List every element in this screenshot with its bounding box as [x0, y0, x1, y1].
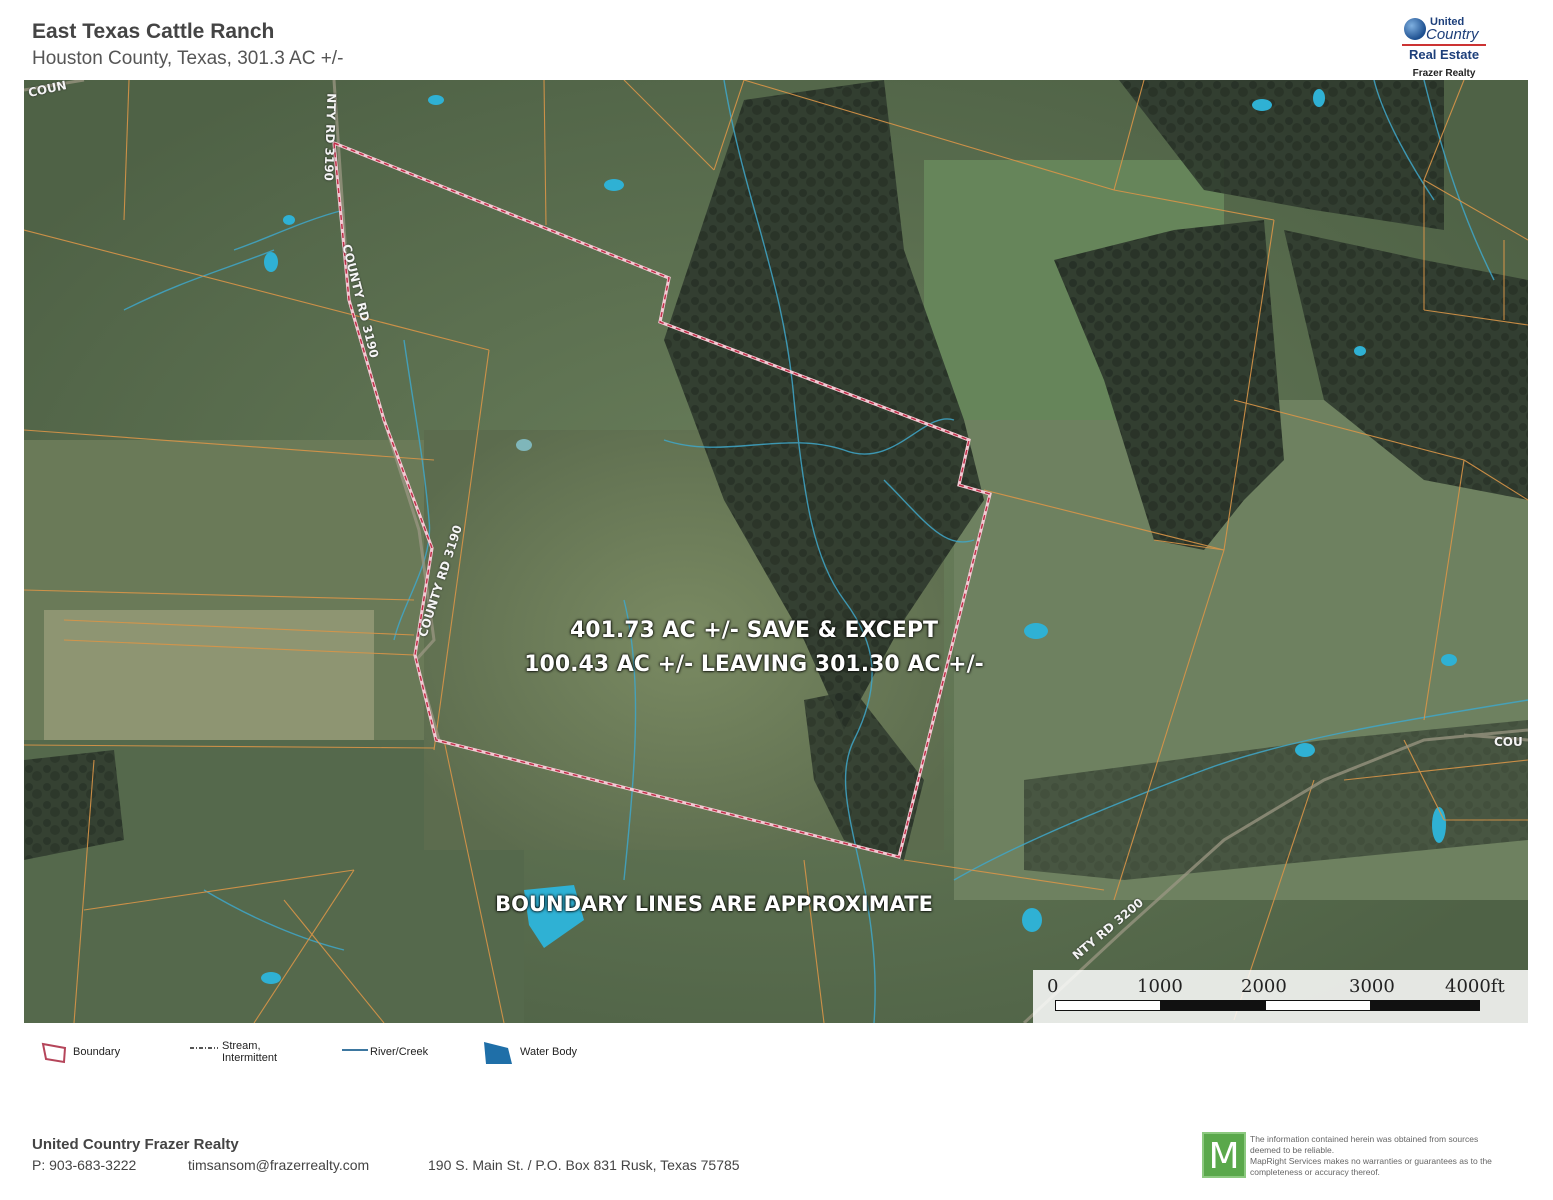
legend-stream-line1: Stream, [222, 1040, 261, 1052]
stream-legend-icon [190, 1047, 218, 1049]
mapright-logo: M [1202, 1132, 1246, 1178]
scale-segment [1370, 1000, 1480, 1011]
boundary-legend-icon [41, 1042, 67, 1064]
logo-text-real-estate: Real Estate [1402, 44, 1486, 62]
logo-text-frazer: Frazer Realty [1412, 68, 1476, 79]
pond [283, 215, 295, 225]
logo-text-country: Country [1426, 26, 1479, 43]
legend-stream-label: Stream, Intermittent [222, 1040, 277, 1064]
scale-bar: 0 1000 2000 3000 4000ft [1033, 970, 1528, 1023]
acreage-annotation: 401.73 AC +/- SAVE & EXCEPT 100.43 AC +/… [404, 614, 1104, 682]
pond [1252, 99, 1272, 111]
scale-segment [1265, 1000, 1371, 1011]
river-legend-icon [342, 1049, 368, 1051]
scale-label: 2000 [1241, 976, 1287, 997]
disclaimer-line: MapRight Services makes no warranties or… [1250, 1156, 1492, 1166]
legend-boundary-label: Boundary [73, 1046, 121, 1058]
disclaimer-line: The information contained herein was obt… [1250, 1134, 1479, 1144]
footer-phone: P: 903-683-3222 [32, 1157, 137, 1173]
pond [1313, 89, 1325, 107]
acreage-line-2: 100.43 AC +/- LEAVING 301.30 AC +/- [524, 652, 984, 677]
legend-water-label: Water Body [520, 1046, 578, 1058]
pond [604, 179, 624, 191]
pond [516, 439, 532, 451]
map-subtitle: Houston County, Texas, 301.3 AC +/- [32, 48, 344, 69]
pond [1295, 743, 1315, 757]
legend-stream-line2: Intermittent [222, 1052, 278, 1064]
footer-company: United Country Frazer Realty [32, 1136, 239, 1153]
united-country-logo: United Country Real Estate Frazer Realty [1398, 14, 1498, 82]
field-pale [44, 610, 374, 740]
boundary-approximate-note: BOUNDARY LINES ARE APPROXIMATE [495, 892, 933, 916]
pond [264, 252, 278, 272]
scale-label: 0 [1047, 976, 1059, 997]
scale-segment [1160, 1000, 1266, 1011]
footer-address: 190 S. Main St. / P.O. Box 831 Rusk, Tex… [428, 1157, 740, 1173]
footer-disclaimer: The information contained herein was obt… [1250, 1134, 1540, 1178]
legend-river-label: River/Creek [370, 1046, 429, 1058]
globe-icon [1404, 18, 1426, 40]
aerial-imagery [24, 80, 1528, 1023]
scale-label: 4000ft [1445, 976, 1505, 997]
disclaimer-line: deemed to be reliable. [1250, 1145, 1335, 1155]
map-legend: Boundary Stream, Intermittent River/Cree… [0, 1040, 1553, 1080]
pond [1441, 654, 1457, 666]
pond [261, 972, 281, 984]
scale-label: 1000 [1137, 976, 1183, 997]
pond [428, 95, 444, 105]
water-body-legend-icon [484, 1042, 512, 1064]
footer-email[interactable]: timsansom@frazerrealty.com [188, 1157, 369, 1173]
scale-segment [1055, 1000, 1161, 1011]
disclaimer-line: completeness or accuracy thereof. [1250, 1167, 1380, 1177]
road-label: COU [1494, 735, 1523, 749]
pond [1354, 346, 1366, 356]
aerial-map[interactable]: COUN NTY RD 3190 COUNTY RD 3190 COUNTY R… [24, 80, 1528, 1023]
map-title: East Texas Cattle Ranch [32, 20, 275, 43]
scale-label: 3000 [1349, 976, 1395, 997]
acreage-line-1: 401.73 AC +/- SAVE & EXCEPT [569, 618, 939, 643]
pond [1432, 807, 1446, 843]
